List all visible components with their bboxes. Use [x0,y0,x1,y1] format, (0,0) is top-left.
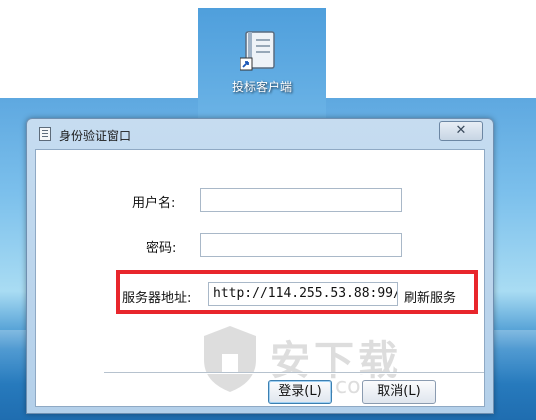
shield-icon [204,326,256,392]
notebook-icon [240,31,275,71]
window-app-icon [39,127,51,141]
window-title: 身份验证窗口 [59,129,132,143]
server-label: 服务器地址: [122,291,192,306]
username-label: 用户名: [132,196,176,211]
close-button[interactable]: ✕ [439,121,483,141]
refresh-service-link[interactable]: 刷新服务 [404,287,456,306]
auth-window: 身份验证窗口 ✕ 安下载 anxz.com 用户名: 密码: 服务器地址: ht… [26,118,494,414]
password-field[interactable] [200,233,402,257]
divider [104,372,484,374]
desktop-shortcut[interactable]: 投标客户端 [222,24,302,100]
shortcut-label: 投标客户端 [231,80,292,94]
title-bar[interactable]: 身份验证窗口 ✕ [27,119,493,149]
server-highlight-box: 服务器地址: http://114.255.53.88:99/g 刷新服务 [116,270,478,314]
login-button[interactable]: 登录(L) [268,380,332,404]
server-address-field[interactable]: http://114.255.53.88:99/g [208,282,398,306]
cancel-button[interactable]: 取消(L) [362,380,436,404]
password-label: 密码: [146,241,177,256]
window-client-area: 安下载 anxz.com 用户名: 密码: 服务器地址: http://114.… [35,149,485,407]
username-field[interactable] [200,188,402,212]
